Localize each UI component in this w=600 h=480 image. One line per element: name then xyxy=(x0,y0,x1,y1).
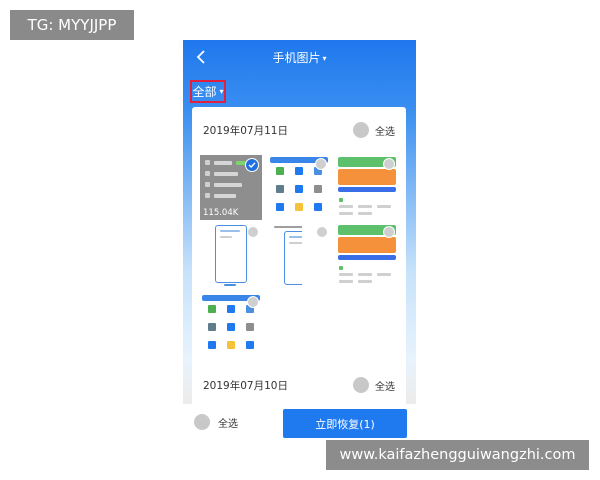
restore-now-button[interactable]: 立即恢复(1) xyxy=(283,409,407,438)
group-date: 2019年07月10日 xyxy=(203,379,288,392)
filter-dropdown[interactable]: 全部 ▾ xyxy=(190,80,226,103)
top-bar: 手机图片 ▾ xyxy=(183,40,416,76)
photo-thumbnail-edge xyxy=(302,223,330,288)
date-group-header: 2019年07月10日 全选 xyxy=(192,373,406,397)
photo-thumbnail[interactable] xyxy=(336,155,398,220)
group-select-all[interactable]: 全选 xyxy=(353,122,395,138)
select-all-label: 全选 xyxy=(375,381,395,393)
file-size-label: 115.04K xyxy=(203,208,239,218)
dropdown-caret-icon: ▾ xyxy=(322,54,327,63)
watermark: www.kaifazhengguiwangzhi.com xyxy=(326,440,589,470)
photo-thumbnail[interactable] xyxy=(268,155,330,220)
photo-thumbnail[interactable] xyxy=(336,223,398,288)
filter-label: 全部 xyxy=(192,85,217,99)
group-select-all[interactable]: 全选 xyxy=(353,377,395,393)
unselected-check-icon[interactable] xyxy=(247,226,259,238)
date-group-header: 2019年07月11日 全选 xyxy=(192,118,406,142)
phone-screen: 手机图片 ▾ 全部 ▾ 2019年07月11日 全选 115.04K 2019年… xyxy=(183,40,416,440)
photo-thumbnail[interactable] xyxy=(200,223,262,288)
unselected-check-icon[interactable] xyxy=(247,296,259,308)
page-title: 手机图片 xyxy=(272,51,321,65)
unselected-check-icon[interactable] xyxy=(383,158,395,170)
dropdown-caret-icon: ▾ xyxy=(219,87,224,96)
tg-badge: TG: MYYJJPP xyxy=(10,10,134,40)
select-all-label: 全选 xyxy=(218,418,238,430)
unselected-check-icon[interactable] xyxy=(316,226,328,238)
select-all-radio[interactable] xyxy=(353,377,369,393)
group-date: 2019年07月11日 xyxy=(203,124,288,137)
photo-list-card: 2019年07月11日 全选 115.04K 2019年07月10日 全选 xyxy=(192,107,406,407)
album-title-dropdown[interactable]: 手机图片 ▾ xyxy=(183,49,416,66)
selected-check-icon[interactable] xyxy=(245,158,259,172)
photo-thumbnail[interactable]: 115.04K xyxy=(200,155,262,220)
bottom-action-bar: 全选 立即恢复(1) xyxy=(183,404,416,440)
footer-select-all[interactable]: 全选 xyxy=(194,414,238,430)
select-all-label: 全选 xyxy=(375,126,395,138)
select-all-radio[interactable] xyxy=(353,122,369,138)
select-all-radio[interactable] xyxy=(194,414,210,430)
unselected-check-icon[interactable] xyxy=(315,158,327,170)
unselected-check-icon[interactable] xyxy=(383,226,395,238)
photo-thumbnail[interactable] xyxy=(200,293,262,358)
